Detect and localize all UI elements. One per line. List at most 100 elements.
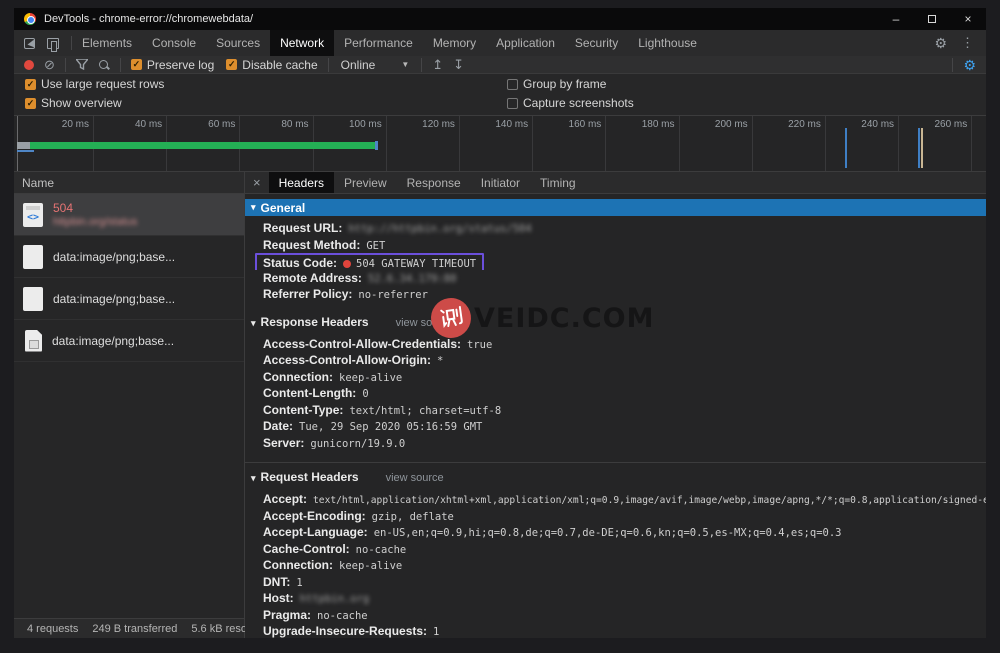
request-text: data:image/png;base...: [53, 292, 175, 306]
timeline-gridline: 200 ms: [680, 116, 753, 171]
checkbox-show-overview[interactable]: ✓Show overview: [25, 96, 164, 110]
request-row[interactable]: data:image/png;base...: [14, 320, 244, 362]
divider: [65, 58, 66, 72]
header-value: gzip, deflate: [372, 511, 454, 523]
request-list: 504httpbin.org/status data:image/png;base…: [14, 194, 244, 618]
tab-network[interactable]: Network: [270, 30, 334, 56]
search-icon[interactable]: [98, 59, 110, 71]
tab-sources[interactable]: Sources: [206, 30, 270, 56]
detail-tab-preview[interactable]: Preview: [334, 172, 397, 193]
clear-requests-icon[interactable]: ⊘: [44, 58, 55, 71]
timeline-load-line: [921, 128, 923, 168]
header-name: Connection:: [263, 558, 333, 572]
general-section-header[interactable]: ▾ General: [245, 199, 986, 216]
overview-timeline[interactable]: 20 ms40 ms60 ms80 ms100 ms120 ms140 ms16…: [14, 115, 986, 172]
checkbox-disable-cache[interactable]: ✓Disable cache: [226, 58, 317, 72]
response-headers-section-header[interactable]: ▾ Response Headers view source: [245, 308, 986, 332]
network-main-area: Name 504httpbin.org/status data:image/png…: [14, 172, 986, 638]
minimize-button[interactable]: –: [878, 8, 914, 30]
header-name: Date:: [263, 419, 293, 433]
import-har-icon[interactable]: ↥: [432, 57, 443, 73]
checkbox-label: Disable cache: [242, 58, 317, 72]
tab-security[interactable]: Security: [565, 30, 628, 56]
checkbox-label: Capture screenshots: [523, 96, 634, 110]
detail-tab-timing[interactable]: Timing: [530, 172, 586, 193]
tab-console[interactable]: Console: [142, 30, 206, 56]
checkbox-icon: [507, 79, 518, 90]
detail-tab-initiator[interactable]: Initiator: [471, 172, 530, 193]
header-name: Referrer Policy:: [263, 287, 352, 301]
inspect-element-icon[interactable]: [24, 38, 35, 49]
timeline-gridline: 260 ms: [899, 116, 972, 171]
detail-tab-response[interactable]: Response: [397, 172, 471, 193]
divider: [421, 58, 422, 72]
request-row[interactable]: data:image/png;base...: [14, 236, 244, 278]
header-row: Request Method:GET: [245, 237, 986, 254]
maximize-button[interactable]: [914, 8, 950, 30]
close-details-icon[interactable]: ×: [245, 172, 269, 193]
requests-panel: Name 504httpbin.org/status data:image/png…: [14, 172, 245, 638]
request-row[interactable]: data:image/png;base...: [14, 278, 244, 320]
view-source-link[interactable]: view source: [386, 472, 444, 484]
header-name: Cache-Control:: [263, 542, 350, 556]
triangle-down-icon: ▾: [251, 319, 256, 328]
divider: [328, 58, 329, 72]
summary-bar: 4 requests249 B transferred5.6 kB resour…: [14, 618, 244, 638]
header-value: text/html,application/xhtml+xml,applicat…: [313, 495, 986, 506]
timeline-gridline: 140 ms: [460, 116, 533, 171]
detail-tab-headers[interactable]: Headers: [269, 172, 334, 193]
header-value: 1: [433, 626, 439, 638]
tab-lighthouse[interactable]: Lighthouse: [628, 30, 707, 56]
timeline-tick-label: 80 ms: [281, 119, 308, 130]
header-value: http://httpbin.org/status/504: [348, 223, 531, 235]
header-name: Accept-Language:: [263, 525, 368, 539]
header-row: Pragma:no-cache: [245, 607, 986, 624]
header-row: Connection:keep-alive: [245, 369, 986, 386]
more-options-icon[interactable]: ⋮: [961, 35, 974, 51]
header-name: Pragma:: [263, 608, 311, 622]
timeline-gridline: 220 ms: [753, 116, 826, 171]
tab-application[interactable]: Application: [486, 30, 565, 56]
header-row: Server:gunicorn/19.9.0: [245, 435, 986, 452]
tab-memory[interactable]: Memory: [423, 30, 486, 56]
request-headers-section-header[interactable]: ▾ Request Headers view source: [245, 463, 986, 487]
request-name: data:image/png;base...: [53, 250, 175, 264]
header-row: Accept-Encoding:gzip, deflate: [245, 508, 986, 525]
checkbox-preserve-log[interactable]: ✓Preserve log: [131, 58, 214, 72]
devtools-left-icons: [14, 30, 71, 56]
record-button[interactable]: [24, 60, 34, 70]
checkbox-use-large-request-rows[interactable]: ✓Use large request rows: [25, 77, 164, 91]
header-row: Date:Tue, 29 Sep 2020 05:16:59 GMT: [245, 418, 986, 435]
timeline-gridline: 240 ms: [826, 116, 899, 171]
timeline-tick-label: 100 ms: [349, 119, 382, 130]
header-row: Content-Length:0: [245, 385, 986, 402]
checkbox-label: Group by frame: [523, 77, 606, 91]
view-source-link[interactable]: view source: [396, 317, 454, 329]
tab-performance[interactable]: Performance: [334, 30, 423, 56]
network-settings-gear-icon[interactable]: ⚙: [963, 58, 976, 72]
request-row[interactable]: 504httpbin.org/status: [14, 194, 244, 236]
header-value: 1: [296, 577, 302, 589]
filter-icon[interactable]: [76, 59, 88, 70]
request-header-items: Accept:text/html,application/xhtml+xml,a…: [245, 487, 986, 638]
settings-gear-icon[interactable]: ⚙: [934, 36, 947, 50]
timeline-end-cap: [375, 141, 378, 150]
close-button[interactable]: ×: [950, 8, 986, 30]
header-name: Request Method:: [263, 238, 360, 252]
header-name: Status Code:: [263, 256, 337, 270]
header-value: httpbin.org: [300, 593, 370, 605]
device-toolbar-icon[interactable]: [47, 38, 59, 49]
checkbox-capture-screenshots[interactable]: Capture screenshots: [507, 96, 634, 110]
timeline-underline: [17, 150, 34, 152]
tab-elements[interactable]: Elements: [72, 30, 142, 56]
export-har-icon[interactable]: ↧: [453, 57, 464, 73]
throttling-dropdown[interactable]: Online ▼: [339, 58, 412, 72]
header-name: Access-Control-Allow-Credentials:: [263, 337, 461, 351]
response-header-items: Access-Control-Allow-Credentials:trueAcc…: [245, 332, 986, 457]
name-column-header[interactable]: Name: [14, 172, 244, 194]
title-bar: DevTools - chrome-error://chromewebdata/…: [14, 8, 986, 30]
header-value: 52.6.34.179:80: [368, 273, 457, 285]
divider: [952, 58, 953, 72]
checkbox-group-by-frame[interactable]: Group by frame: [507, 77, 634, 91]
timeline-tick-label: 120 ms: [422, 119, 455, 130]
